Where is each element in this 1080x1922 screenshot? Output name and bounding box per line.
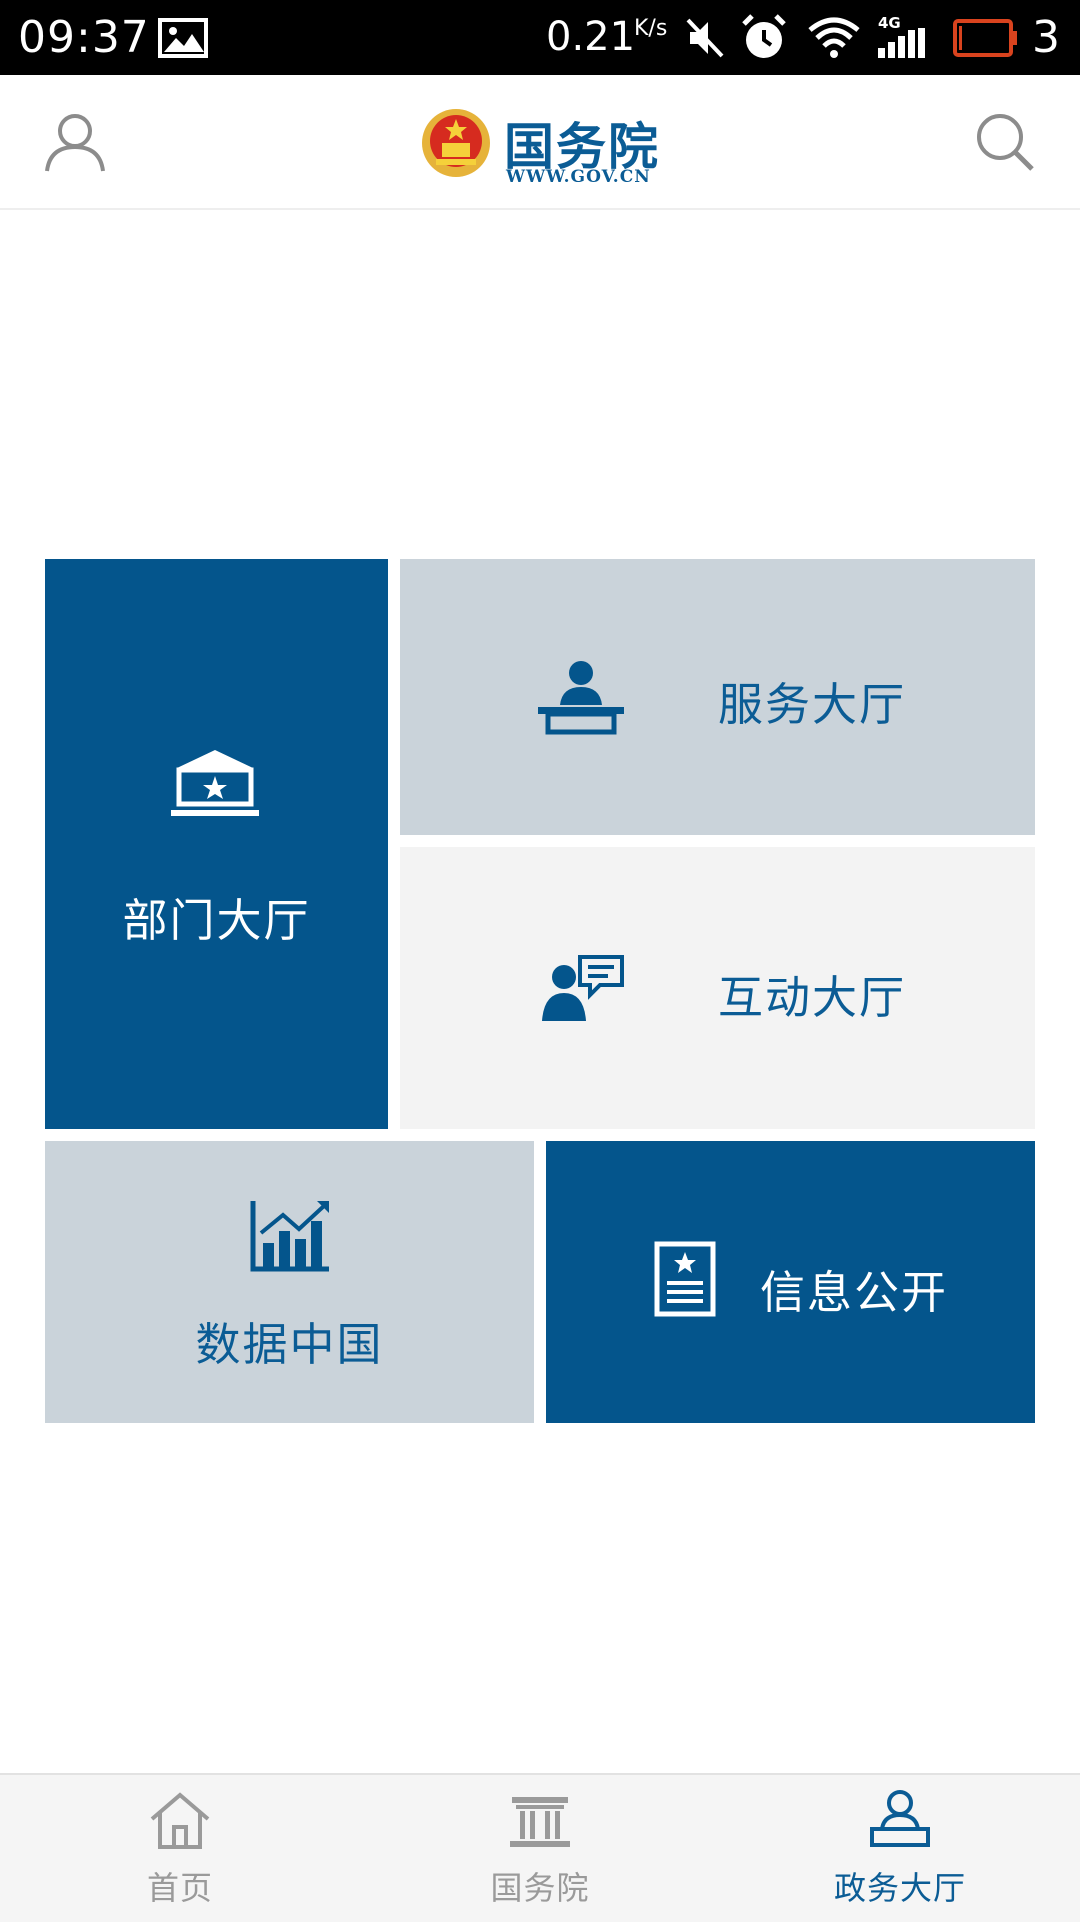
brand-url: WWW.GOV.CN	[506, 167, 651, 187]
net-speed: 0.21	[546, 14, 636, 60]
nav-label-gov-hall: 政务大厅	[833, 1869, 966, 1907]
nav-item-home[interactable]: 首页	[80, 1775, 280, 1922]
bottom-nav: 首页 国务院 政务大厅	[0, 1773, 1080, 1922]
emblem-logo	[420, 105, 492, 185]
status-time: 09:37	[18, 12, 150, 63]
tile-department-hall[interactable]: 部门大厅	[45, 559, 388, 1129]
service-desk-icon	[536, 659, 626, 739]
tile-data-label: 数据中国	[195, 1318, 384, 1371]
alarm-icon	[740, 12, 788, 66]
battery-icon	[952, 18, 1018, 62]
signal-icon	[876, 28, 932, 62]
chart-growth-icon	[249, 1199, 331, 1277]
building-icon	[508, 1795, 572, 1851]
nav-label-state-council: 国务院	[490, 1869, 590, 1907]
nav-item-state-council[interactable]: 国务院	[440, 1775, 640, 1922]
tile-info-disclosure[interactable]: 信息公开	[546, 1141, 1035, 1423]
app-header: 国务院 WWW.GOV.CN	[0, 75, 1080, 210]
tile-interact-label: 互动大厅	[718, 971, 907, 1024]
nav-item-gov-hall[interactable]: 政务大厅	[800, 1775, 1000, 1922]
tile-info-label: 信息公开	[760, 1266, 949, 1319]
battery-level: 3	[1032, 12, 1060, 63]
document-star-icon	[654, 1241, 716, 1321]
hall-icon	[868, 1789, 932, 1853]
net-speed-unit: K/s	[634, 16, 668, 41]
image-icon	[158, 18, 208, 62]
user-icon[interactable]	[44, 111, 106, 177]
wifi-icon	[808, 16, 860, 64]
institution-icon	[169, 746, 261, 826]
tile-data-china[interactable]: 数据中国	[45, 1141, 534, 1423]
mute-icon	[684, 16, 726, 64]
status-bar: 09:37 0.21 K/s 4G 3	[0, 0, 1080, 75]
home-icon	[148, 1791, 212, 1853]
nav-label-home: 首页	[146, 1869, 213, 1907]
search-icon[interactable]	[974, 111, 1036, 177]
tile-interactive-hall[interactable]: 互动大厅	[400, 847, 1035, 1129]
chat-user-icon	[542, 955, 624, 1027]
tile-service-hall[interactable]: 服务大厅	[400, 559, 1035, 835]
tile-dept-label: 部门大厅	[122, 894, 311, 947]
tile-service-label: 服务大厅	[718, 678, 907, 731]
